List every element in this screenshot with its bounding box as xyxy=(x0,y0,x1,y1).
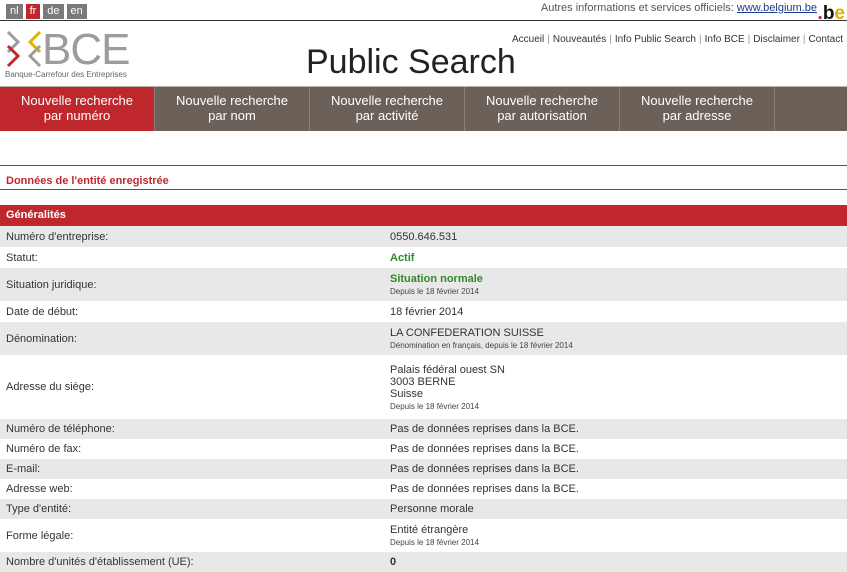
tab-label-line1: Nouvelle recherche xyxy=(175,93,288,108)
row-label: Date de début: xyxy=(6,305,79,318)
table-row: Numéro d'entreprise: 0550.646.531 xyxy=(0,226,847,247)
status-value: Actif xyxy=(390,251,415,264)
row-label: Adresse du siège: xyxy=(6,381,95,393)
address-line3: Suisse xyxy=(390,387,424,400)
tab-search-by-activity[interactable]: Nouvelle recherche par activité xyxy=(310,87,465,131)
phone-value: Pas de données reprises dans la BCE. xyxy=(390,423,579,435)
section-title: Données de l'entité enregistrée xyxy=(6,175,169,187)
entity-table: Généralités Numéro d'entreprise: 0550.64… xyxy=(0,205,847,572)
table-row: Situation juridique: Situation normale D… xyxy=(0,268,847,301)
tab-search-by-authorization[interactable]: Nouvelle recherche par autorisation xyxy=(465,87,620,131)
tab-label-line2: par autorisation xyxy=(497,108,587,123)
tab-label-line2: par adresse xyxy=(662,108,732,123)
row-label: Statut: xyxy=(6,251,38,264)
address-note: Depuis le 18 février 2014 xyxy=(390,401,479,411)
tab-label-line1: Nouvelle recherche xyxy=(330,93,443,108)
row-label: E-mail: xyxy=(6,463,41,475)
legal-form-value: Entité étrangère xyxy=(390,524,469,536)
table-row: Adresse web: Pas de données reprises dan… xyxy=(0,479,847,499)
row-label: Numéro de téléphone: xyxy=(6,423,115,435)
row-label: Numéro de fax: xyxy=(6,443,82,455)
nav-filler xyxy=(775,87,847,131)
tab-label-line1: Nouvelle recherche xyxy=(20,93,133,108)
link-contact[interactable]: Contact xyxy=(809,34,843,45)
row-label: Type d'entité: xyxy=(6,503,72,515)
search-nav: Nouvelle recherche par numéro Nouvelle re… xyxy=(0,86,847,131)
legal-situation-note: Depuis le 18 février 2014 xyxy=(390,287,479,296)
row-label: Dénomination: xyxy=(6,332,77,345)
page-title: Public Search xyxy=(306,43,516,81)
top-links: Accueil | Nouveautés | Info Public Search | In… xyxy=(511,34,843,45)
table-body: Numéro d'entreprise: 0550.646.531 Statut… xyxy=(0,226,847,572)
legal-situation-value: Situation normale xyxy=(390,273,483,285)
row-label: Adresse web: xyxy=(6,483,73,495)
lang-nl[interactable]: nl xyxy=(6,4,23,19)
bce-wordmark: BCE xyxy=(42,25,130,74)
section-divider-bottom xyxy=(0,189,847,190)
fax-value: Pas de données reprises dans la BCE. xyxy=(390,443,579,455)
tab-label-line1: Nouvelle recherche xyxy=(640,93,753,108)
row-label: Situation juridique: xyxy=(6,278,97,291)
lang-en[interactable]: en xyxy=(66,4,87,19)
address-line2: 3003 BERNE xyxy=(390,375,456,388)
top-divider xyxy=(0,20,847,21)
link-accueil[interactable]: Accueil xyxy=(512,34,544,45)
row-label: Nombre d'unités d'établissement (UE): xyxy=(6,556,194,568)
link-disclaimer[interactable]: Disclaimer xyxy=(753,34,800,45)
email-value: Pas de données reprises dans la BCE. xyxy=(390,463,579,475)
bce-arrows-icon xyxy=(6,30,42,68)
lang-de[interactable]: de xyxy=(43,4,64,19)
tab-label-line2: par nom xyxy=(208,108,256,123)
denomination-value: LA CONFEDERATION SUISSE xyxy=(390,327,544,339)
be-logo[interactable]: .be xyxy=(818,4,845,24)
belgium-link[interactable]: www.belgium.be xyxy=(737,2,817,14)
entity-type: Personne morale xyxy=(390,503,474,515)
denomination-note: Dénomination en français, depuis le 18 f… xyxy=(390,341,573,350)
table-header: Généralités xyxy=(0,205,847,226)
row-label: Numéro d'entreprise: xyxy=(6,230,109,243)
table-row: Nombre d'unités d'établissement (UE): 0 xyxy=(0,552,847,572)
language-switcher: nl fr de en xyxy=(6,4,87,19)
tab-search-by-number[interactable]: Nouvelle recherche par numéro xyxy=(0,87,155,131)
legal-situation: Situation normale Depuis le 18 février 2… xyxy=(384,273,847,296)
link-info-public-search[interactable]: Info Public Search xyxy=(615,34,696,45)
establishment-units-count: 0 xyxy=(390,556,397,568)
table-row: Forme légale: Entité étrangère Depuis le… xyxy=(0,519,847,552)
denomination: LA CONFEDERATION SUISSE Dénomination en … xyxy=(384,327,847,350)
tab-label-line2: par activité xyxy=(355,108,419,123)
row-label: Forme légale: xyxy=(6,529,74,542)
tab-search-by-address[interactable]: Nouvelle recherche par adresse xyxy=(620,87,775,131)
table-row: Type d'entité: Personne morale xyxy=(0,499,847,519)
link-info-bce[interactable]: Info BCE xyxy=(705,34,745,45)
belgium-info: Autres informations et services officiel… xyxy=(541,2,817,14)
section-divider-top xyxy=(0,165,847,166)
lang-fr[interactable]: fr xyxy=(25,4,41,19)
table-row: Dénomination: LA CONFEDERATION SUISSE Dé… xyxy=(0,322,847,355)
legal-form-note: Depuis le 18 février 2014 xyxy=(390,538,479,547)
tab-search-by-name[interactable]: Nouvelle recherche par nom xyxy=(155,87,310,131)
table-row: Adresse du siège: Palais fédéral ouest S… xyxy=(0,355,847,419)
table-row: Numéro de fax: Pas de données reprises d… xyxy=(0,439,847,459)
bce-subtitle: Banque-Carrefour des Entreprises xyxy=(5,70,127,79)
table-row: Statut: Actif xyxy=(0,247,847,268)
table-row: Numéro de téléphone: Pas de données repr… xyxy=(0,419,847,439)
link-nouveautes[interactable]: Nouveautés xyxy=(553,34,606,45)
tab-label-line2: par numéro xyxy=(43,108,111,123)
table-row: E-mail: Pas de données reprises dans la … xyxy=(0,459,847,479)
enterprise-number: 0550.646.531 xyxy=(390,230,458,243)
start-date: 18 février 2014 xyxy=(390,305,464,318)
tab-label-line1: Nouvelle recherche xyxy=(485,93,598,108)
web-value: Pas de données reprises dans la BCE. xyxy=(390,483,579,495)
legal-form: Entité étrangère Depuis le 18 février 20… xyxy=(384,524,847,547)
belgium-info-text: Autres informations et services officiel… xyxy=(540,2,734,14)
table-row: Date de début: 18 février 2014 xyxy=(0,301,847,322)
address: Palais fédéral ouest SN 3003 BERNE Suiss… xyxy=(384,364,847,411)
address-line1: Palais fédéral ouest SN xyxy=(390,363,505,376)
